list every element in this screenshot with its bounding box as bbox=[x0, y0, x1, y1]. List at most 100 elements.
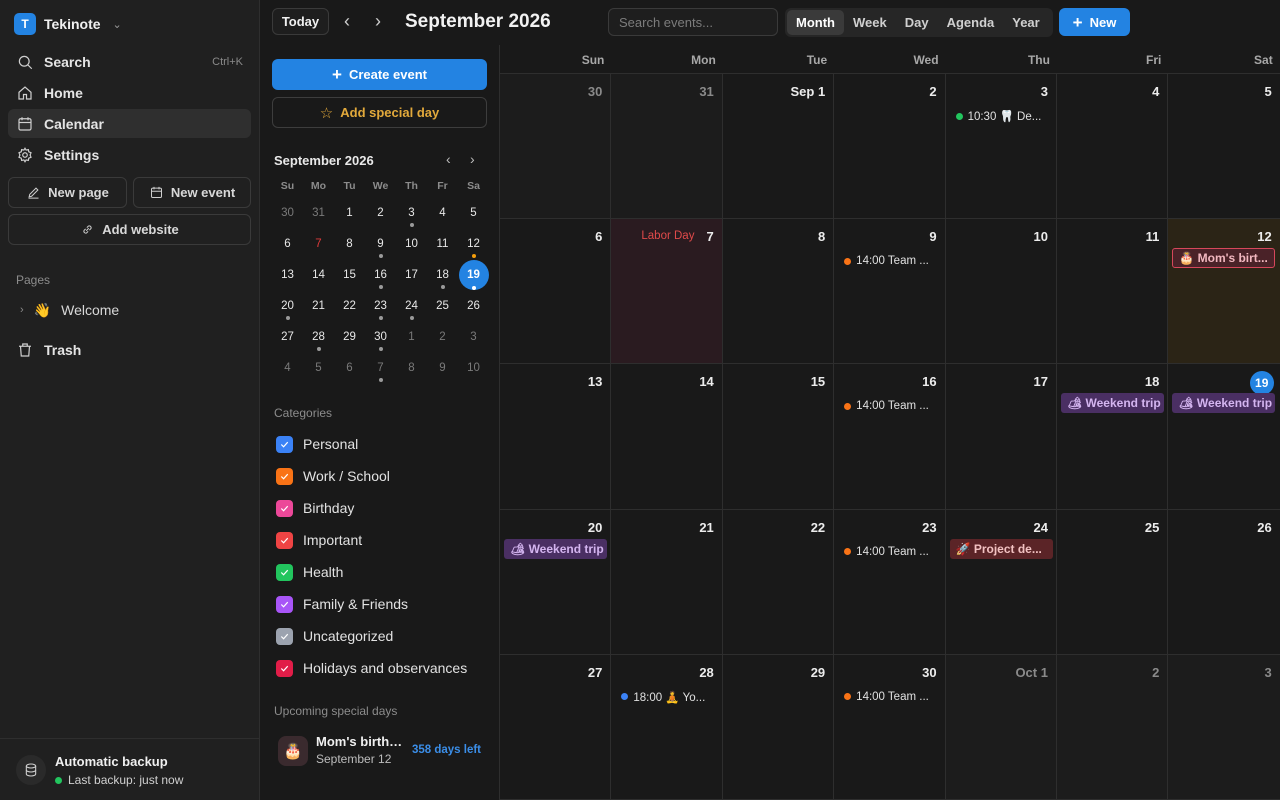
new-event-button[interactable]: New event bbox=[133, 177, 251, 208]
category-item[interactable]: Important bbox=[276, 530, 362, 550]
day-cell[interactable]: 4 bbox=[1057, 74, 1169, 219]
mini-day[interactable]: 20 bbox=[272, 295, 303, 326]
day-cell[interactable]: 16 14:00 Team ... bbox=[834, 364, 946, 509]
page-item-welcome[interactable]: › 👋 Welcome bbox=[20, 300, 119, 320]
day-cell[interactable]: 21 bbox=[611, 509, 723, 654]
day-cell[interactable]: 28 18:00 🧘 Yo... bbox=[611, 654, 723, 799]
day-cell[interactable]: 22 bbox=[723, 509, 835, 654]
sidebar-item-home[interactable]: Home bbox=[8, 78, 251, 107]
mini-day[interactable]: 17 bbox=[396, 264, 427, 295]
mini-day[interactable]: 4 bbox=[272, 357, 303, 388]
mini-day[interactable]: 3 bbox=[396, 202, 427, 233]
new-page-button[interactable]: New page bbox=[8, 177, 127, 208]
category-item[interactable]: Health bbox=[276, 562, 343, 582]
category-item[interactable]: Holidays and observances bbox=[276, 658, 467, 678]
category-item[interactable]: Work / School bbox=[276, 466, 390, 486]
mini-day[interactable]: 4 bbox=[427, 202, 458, 233]
category-item[interactable]: Family & Friends bbox=[276, 594, 408, 614]
mini-day[interactable]: 25 bbox=[427, 295, 458, 326]
mini-day[interactable]: 6 bbox=[272, 233, 303, 264]
add-website-button[interactable]: Add website bbox=[8, 214, 251, 245]
today-button[interactable]: Today bbox=[272, 8, 329, 35]
mini-day[interactable]: 2 bbox=[427, 326, 458, 357]
category-checkbox[interactable] bbox=[276, 659, 293, 677]
day-cell[interactable]: 30 bbox=[500, 74, 612, 219]
event-bar[interactable]: 🏕 Weekend trip bbox=[1060, 393, 1164, 414]
day-cell[interactable]: 15 bbox=[723, 364, 835, 509]
sidebar-item-settings[interactable]: Settings bbox=[8, 140, 251, 169]
event-chip[interactable]: 14:00 Team ... bbox=[844, 253, 939, 269]
event-chip[interactable]: 18:00 🧘 Yo... bbox=[621, 689, 716, 705]
mini-day[interactable]: 7 bbox=[365, 357, 396, 388]
mini-day[interactable]: 2 bbox=[365, 202, 396, 233]
mini-day[interactable]: 10 bbox=[458, 357, 489, 388]
mini-day[interactable]: 14 bbox=[303, 264, 334, 295]
category-checkbox[interactable] bbox=[276, 435, 293, 453]
mini-day[interactable]: 24 bbox=[396, 295, 427, 326]
tab-year[interactable]: Year bbox=[1003, 10, 1048, 35]
category-checkbox[interactable] bbox=[276, 627, 293, 645]
day-cell[interactable]: 7 Labor Day bbox=[611, 219, 723, 364]
day-cell[interactable]: 18 🏕 Weekend trip bbox=[1057, 364, 1169, 509]
day-cell[interactable]: 2 bbox=[1056, 654, 1169, 799]
event-bar[interactable]: 🎂 Mom's birt... bbox=[1172, 248, 1276, 269]
mini-day[interactable]: 30 bbox=[272, 202, 303, 233]
prev-month-button[interactable]: ‹ bbox=[336, 10, 358, 32]
day-cell[interactable]: 31 bbox=[611, 74, 723, 219]
mini-day[interactable]: 21 bbox=[303, 295, 334, 326]
mini-day[interactable]: 18 bbox=[427, 264, 458, 295]
day-cell[interactable]: 3 10:30 🦷 De... bbox=[946, 74, 1057, 219]
mini-day[interactable]: 16 bbox=[365, 264, 396, 295]
event-bar[interactable]: 🏕 Weekend trip bbox=[504, 538, 607, 559]
mini-day[interactable]: 30 bbox=[365, 326, 396, 357]
mini-day[interactable]: 11 bbox=[427, 233, 458, 264]
create-event-button[interactable]: + Create event bbox=[272, 59, 487, 90]
mini-day[interactable]: 5 bbox=[458, 202, 489, 233]
day-cell[interactable]: 3 bbox=[1168, 654, 1280, 799]
day-cell[interactable]: 8 bbox=[723, 219, 835, 364]
day-cell[interactable]: 5 bbox=[1168, 74, 1279, 218]
mini-day[interactable]: 13 bbox=[272, 264, 303, 295]
mini-day[interactable]: 27 bbox=[272, 326, 303, 357]
day-cell[interactable]: 2 bbox=[834, 74, 946, 219]
workspace-switcher[interactable]: T Tekinote ⌄ bbox=[14, 12, 122, 36]
event-chip[interactable]: 14:00 Team ... bbox=[844, 398, 939, 414]
sidebar-item-trash[interactable]: Trash bbox=[8, 335, 251, 364]
chevron-right-icon[interactable]: › bbox=[20, 304, 24, 316]
mini-day[interactable]: 23 bbox=[365, 295, 396, 326]
search-input[interactable] bbox=[608, 8, 778, 36]
mini-next-button[interactable]: › bbox=[470, 151, 475, 167]
day-cell[interactable]: 30 14:00 Team ... bbox=[834, 654, 946, 799]
category-checkbox[interactable] bbox=[276, 531, 293, 549]
day-cell[interactable]: 25 bbox=[1057, 509, 1169, 654]
mini-day[interactable]: 10 bbox=[396, 233, 427, 264]
add-special-day-button[interactable]: ☆ Add special day bbox=[272, 97, 487, 128]
category-checkbox[interactable] bbox=[276, 595, 293, 613]
day-cell[interactable]: 24 🚀 Project de... bbox=[946, 509, 1057, 654]
new-button[interactable]: + New bbox=[1059, 8, 1130, 36]
mini-day[interactable]: 29 bbox=[334, 326, 365, 357]
mini-day[interactable]: 7 bbox=[303, 233, 334, 264]
day-cell[interactable]: 12 🎂 Mom's birt... bbox=[1168, 219, 1280, 364]
day-cell[interactable]: 27 bbox=[500, 654, 612, 799]
mini-day[interactable]: 6 bbox=[334, 357, 365, 388]
mini-day[interactable]: 31 bbox=[303, 202, 334, 233]
day-cell[interactable]: 11 bbox=[1057, 219, 1169, 364]
day-cell[interactable]: 23 14:00 Team ... bbox=[834, 509, 946, 654]
day-cell[interactable]: Oct 1 bbox=[945, 654, 1057, 799]
day-cell[interactable]: Sep 1 bbox=[723, 74, 835, 219]
category-item[interactable]: Personal bbox=[276, 434, 358, 454]
event-chip[interactable]: 14:00 Team ... bbox=[844, 544, 939, 560]
day-cell[interactable]: 19 🏕 Weekend trip bbox=[1168, 364, 1279, 508]
mini-day[interactable]: 5 bbox=[303, 357, 334, 388]
mini-day[interactable]: 8 bbox=[396, 357, 427, 388]
event-bar[interactable]: 🏕 Weekend trip bbox=[1172, 393, 1276, 414]
category-checkbox[interactable] bbox=[276, 563, 293, 581]
mini-day[interactable]: 3 bbox=[458, 326, 489, 357]
category-checkbox[interactable] bbox=[276, 467, 293, 485]
sidebar-item-calendar[interactable]: Calendar bbox=[8, 109, 251, 138]
next-month-button[interactable]: › bbox=[367, 10, 389, 32]
tab-month[interactable]: Month bbox=[787, 10, 844, 35]
category-item[interactable]: Birthday bbox=[276, 498, 354, 518]
mini-day[interactable]: 19 bbox=[458, 260, 489, 295]
